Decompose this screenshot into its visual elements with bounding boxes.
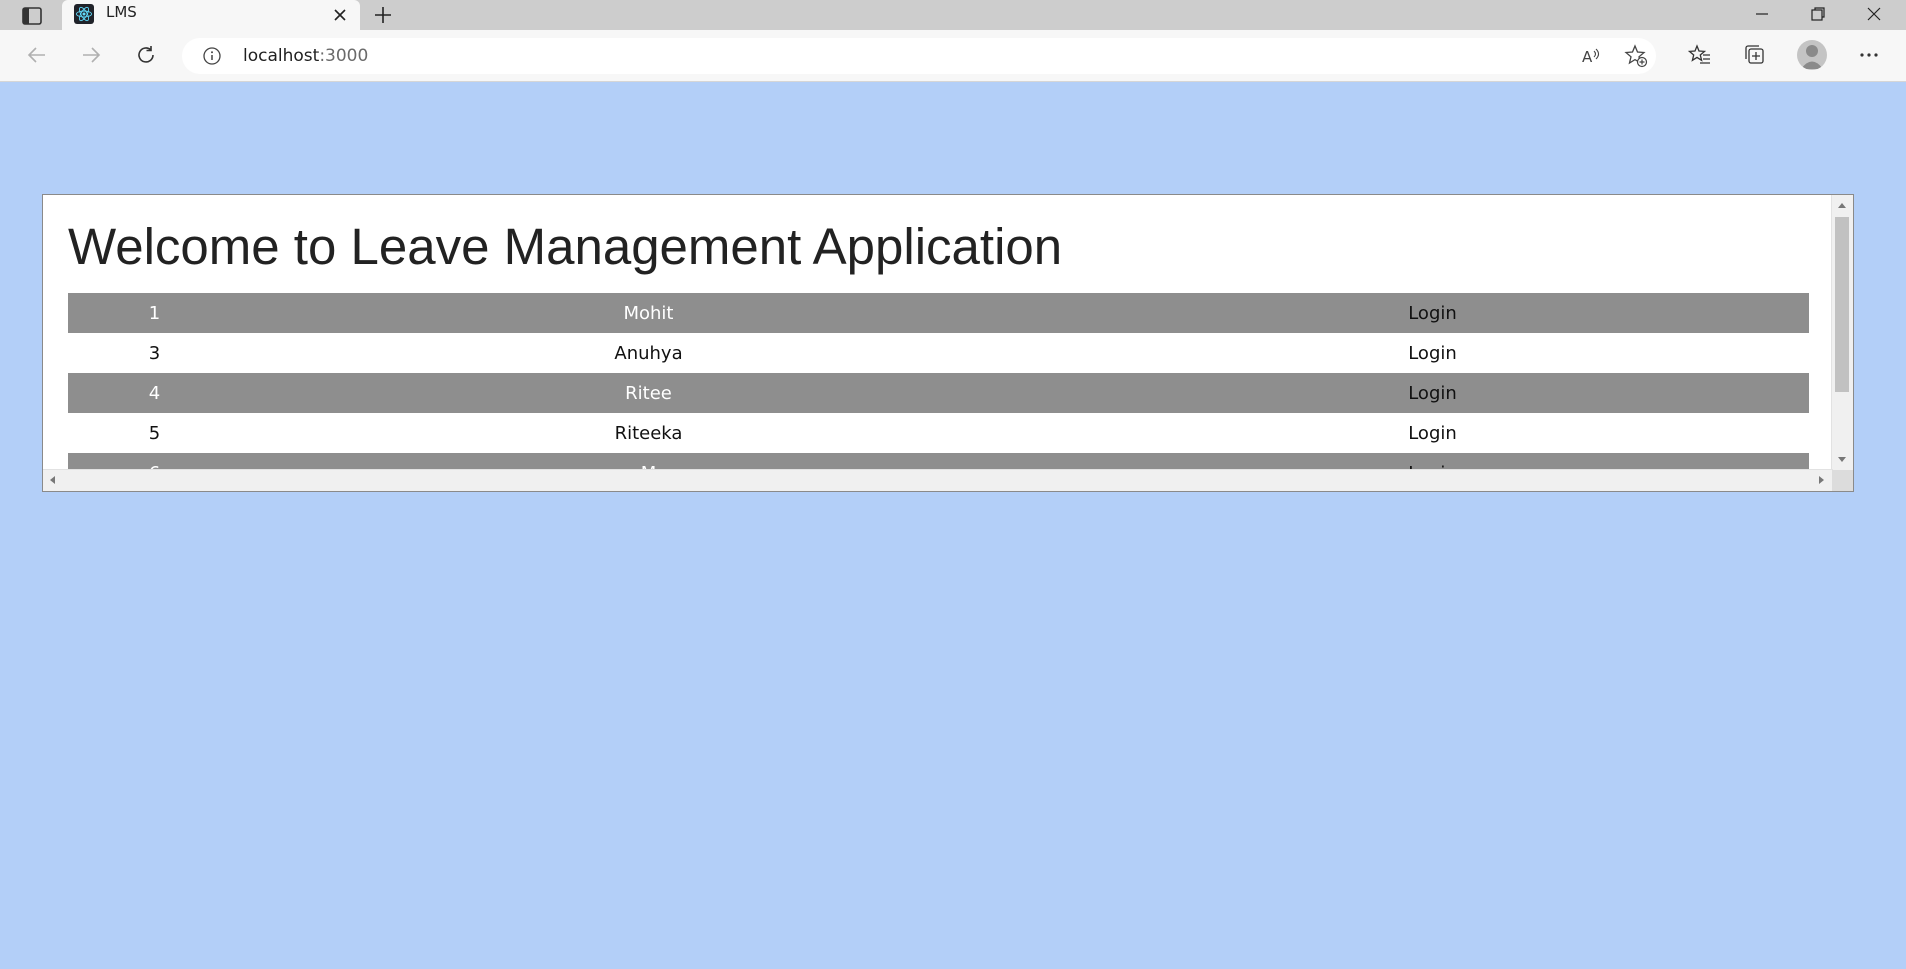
url-text[interactable]: localhost:3000: [243, 46, 368, 66]
forward-arrow-icon[interactable]: [74, 38, 108, 72]
login-link[interactable]: Login: [1056, 333, 1809, 373]
scrollbar-corner: [1832, 470, 1853, 491]
favorites-icon[interactable]: [1683, 38, 1717, 72]
add-favorite-icon[interactable]: [1623, 43, 1649, 69]
vertical-scroll-thumb[interactable]: [1835, 217, 1849, 392]
browser-toolbar: localhost:3000 A: [0, 30, 1906, 82]
table-row: 5 Riteeka Login: [68, 413, 1809, 453]
user-name-cell: Riteeka: [241, 413, 1056, 453]
users-table: 1 Mohit Login 3 Anuhya Login 4 Ritee Login 5 Ritee…: [68, 293, 1809, 471]
collections-icon[interactable]: [1738, 38, 1772, 72]
more-icon[interactable]: [1852, 38, 1886, 72]
page-title: Welcome to Leave Management Application: [68, 218, 1063, 275]
scroll-down-arrow-icon[interactable]: [1838, 457, 1846, 462]
horizontal-scrollbar[interactable]: [43, 469, 1833, 491]
read-aloud-icon[interactable]: A: [1578, 43, 1604, 69]
vertical-scrollbar[interactable]: [1831, 195, 1853, 471]
user-id-cell: 1: [68, 293, 241, 333]
content-panel[interactable]: Welcome to Leave Management Application …: [42, 194, 1854, 492]
url-port: :3000: [319, 46, 369, 66]
tab-bar: LMS: [0, 0, 1906, 30]
login-link[interactable]: Login: [1056, 293, 1809, 333]
scroll-left-arrow-icon[interactable]: [50, 476, 55, 484]
back-arrow-icon[interactable]: [20, 38, 54, 72]
table-row: 1 Mohit Login: [68, 293, 1809, 333]
user-id-cell: 5: [68, 413, 241, 453]
close-window-icon[interactable]: [1846, 0, 1902, 28]
table-row: 4 Ritee Login: [68, 373, 1809, 413]
restore-icon[interactable]: [1790, 0, 1846, 28]
scroll-right-arrow-icon[interactable]: [1819, 476, 1824, 484]
close-tab-icon[interactable]: [330, 5, 350, 25]
user-id-cell: 4: [68, 373, 241, 413]
panel-scroll-area: Welcome to Leave Management Application …: [43, 195, 1833, 471]
new-tab-icon[interactable]: [370, 2, 396, 28]
refresh-icon[interactable]: [129, 38, 163, 72]
table-row: 3 Anuhya Login: [68, 333, 1809, 373]
tab-actions-icon[interactable]: [12, 4, 52, 28]
react-icon: [74, 4, 94, 24]
svg-text:A: A: [1582, 48, 1593, 66]
user-name-cell: Ritee: [241, 373, 1056, 413]
user-name-cell: Mohit: [241, 293, 1056, 333]
address-bar[interactable]: localhost:3000 A: [182, 38, 1656, 74]
browser-tab[interactable]: LMS: [62, 0, 360, 30]
login-link[interactable]: Login: [1056, 413, 1809, 453]
url-host: localhost: [243, 46, 320, 66]
login-link[interactable]: Login: [1056, 373, 1809, 413]
info-icon[interactable]: [202, 46, 222, 66]
minimize-icon[interactable]: [1734, 0, 1790, 28]
page-viewport: Welcome to Leave Management Application …: [2, 82, 1906, 969]
user-name-cell: Anuhya: [241, 333, 1056, 373]
tab-title: LMS: [106, 3, 137, 21]
user-id-cell: 3: [68, 333, 241, 373]
profile-icon[interactable]: [1797, 40, 1827, 70]
scroll-up-arrow-icon[interactable]: [1838, 203, 1846, 208]
